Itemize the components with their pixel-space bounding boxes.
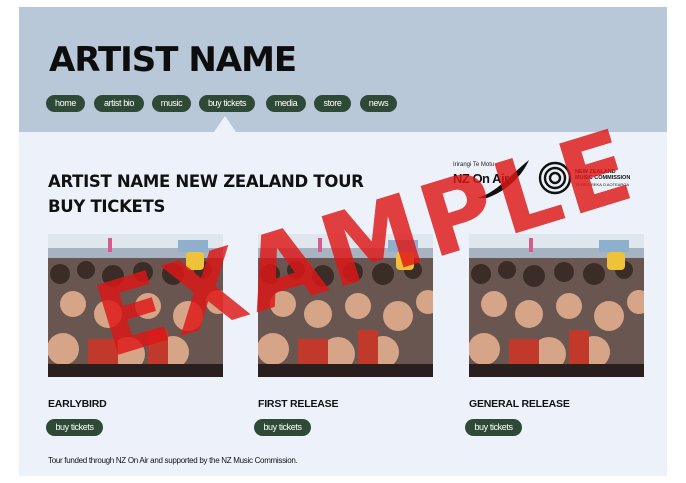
- page-frame: ARTIST NAME home artist bio music buy ti…: [19, 7, 667, 476]
- nav-item-home[interactable]: home: [46, 95, 85, 112]
- ticket-title-earlybird: EARLYBIRD: [48, 398, 107, 410]
- funding-note: Tour funded through NZ On Air and suppor…: [48, 456, 298, 465]
- buy-tickets-button-earlybird[interactable]: buy tickets: [46, 419, 103, 436]
- crowd-photo: [48, 234, 223, 377]
- nav-item-news[interactable]: news: [360, 95, 397, 112]
- page-title: ARTIST NAME NEW ZEALAND TOUR BUY TICKETS: [48, 169, 364, 219]
- nzonair-logo-icon: [477, 160, 529, 198]
- nzmc-logo-icon: [538, 161, 572, 195]
- buy-tickets-button-first-release[interactable]: buy tickets: [254, 419, 311, 436]
- crowd-photo: [469, 234, 644, 377]
- nav-item-artist-bio[interactable]: artist bio: [94, 95, 144, 112]
- nzonair-logo: Irirangi Te Motu NZ On Air: [453, 158, 533, 198]
- nav-item-store[interactable]: store: [314, 95, 351, 112]
- ticket-title-first-release: FIRST RELEASE: [258, 398, 339, 410]
- nav-item-music[interactable]: music: [152, 95, 191, 112]
- ticket-image-first-release: [258, 234, 433, 377]
- ticket-image-earlybird: [48, 234, 223, 377]
- page-title-line1: ARTIST NAME NEW ZEALAND TOUR: [48, 172, 364, 191]
- crowd-photo: [258, 234, 433, 377]
- nav-item-media[interactable]: media: [266, 95, 306, 112]
- header: ARTIST NAME home artist bio music buy ti…: [19, 7, 667, 132]
- nzmc-logo-line2: MUSIC COMMISSION: [575, 175, 631, 181]
- nzmc-logo: NEW ZEALAND MUSIC COMMISSION TE REO REKA…: [538, 161, 648, 195]
- nav-item-buy-tickets[interactable]: buy tickets: [199, 95, 255, 112]
- ticket-image-general-release: [469, 234, 644, 377]
- buy-tickets-button-general-release[interactable]: buy tickets: [465, 419, 522, 436]
- page-title-line2: BUY TICKETS: [48, 197, 166, 216]
- nzmc-logo-line3: TE REO REKA O AOTEAROA: [575, 182, 630, 187]
- site-title: ARTIST NAME: [49, 40, 297, 80]
- caret-up-icon: [214, 116, 236, 132]
- ticket-title-general-release: GENERAL RELEASE: [469, 398, 570, 410]
